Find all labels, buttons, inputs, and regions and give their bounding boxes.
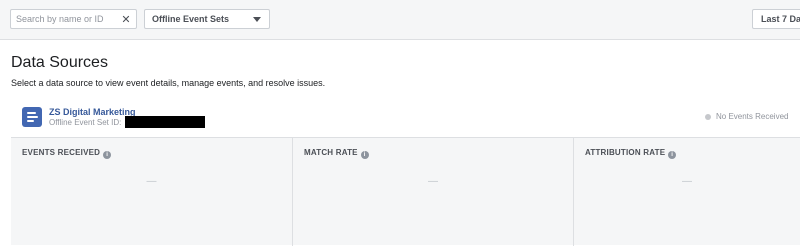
data-source-type-dropdown[interactable]: Offline Event Sets xyxy=(144,9,270,29)
metric-label-text: MATCH RATE xyxy=(304,148,358,157)
data-source-id-redacted xyxy=(125,116,205,128)
page-subtitle: Select a data source to view event detai… xyxy=(11,78,326,88)
date-range-button[interactable]: Last 7 Days xyxy=(752,9,800,29)
offline-event-set-icon xyxy=(22,107,42,127)
metric-attribution-rate: ATTRIBUTION RATE i — xyxy=(574,138,800,246)
metric-value: — xyxy=(428,176,438,187)
metric-label: EVENTS RECEIVED i xyxy=(22,148,112,159)
metric-label-text: EVENTS RECEIVED xyxy=(22,148,101,157)
metric-match-rate: MATCH RATE i — xyxy=(293,138,574,246)
metric-label-text: ATTRIBUTION RATE xyxy=(585,148,666,157)
metric-events-received: EVENTS RECEIVED i — xyxy=(11,138,293,246)
date-range-label: Last 7 Days xyxy=(761,14,800,24)
caret-down-icon xyxy=(253,17,261,22)
filter-bar: ✕ Offline Event Sets Last 7 Days xyxy=(0,0,800,40)
search-box: ✕ xyxy=(10,9,137,29)
data-source-name-link[interactable]: ZS Digital Marketing xyxy=(49,107,136,117)
metric-value: — xyxy=(146,176,157,187)
metric-label: ATTRIBUTION RATE i xyxy=(585,148,677,159)
info-icon[interactable]: i xyxy=(360,151,369,159)
metrics-panel: EVENTS RECEIVED i — MATCH RATE i — ATTRIBU… xyxy=(11,137,800,246)
metric-value: — xyxy=(682,176,692,187)
data-source-id-label: Offline Event Set ID: xyxy=(49,118,122,127)
metric-label: MATCH RATE i xyxy=(304,148,369,159)
status-text: No Events Received xyxy=(716,112,789,121)
data-source-type-value: Offline Event Sets xyxy=(152,14,230,24)
info-icon[interactable]: i xyxy=(103,151,112,159)
search-input[interactable] xyxy=(11,10,119,28)
info-icon[interactable]: i xyxy=(668,151,677,159)
status-dot-icon xyxy=(705,114,711,120)
page-title: Data Sources xyxy=(11,54,108,71)
clear-search-icon[interactable]: ✕ xyxy=(120,12,132,26)
